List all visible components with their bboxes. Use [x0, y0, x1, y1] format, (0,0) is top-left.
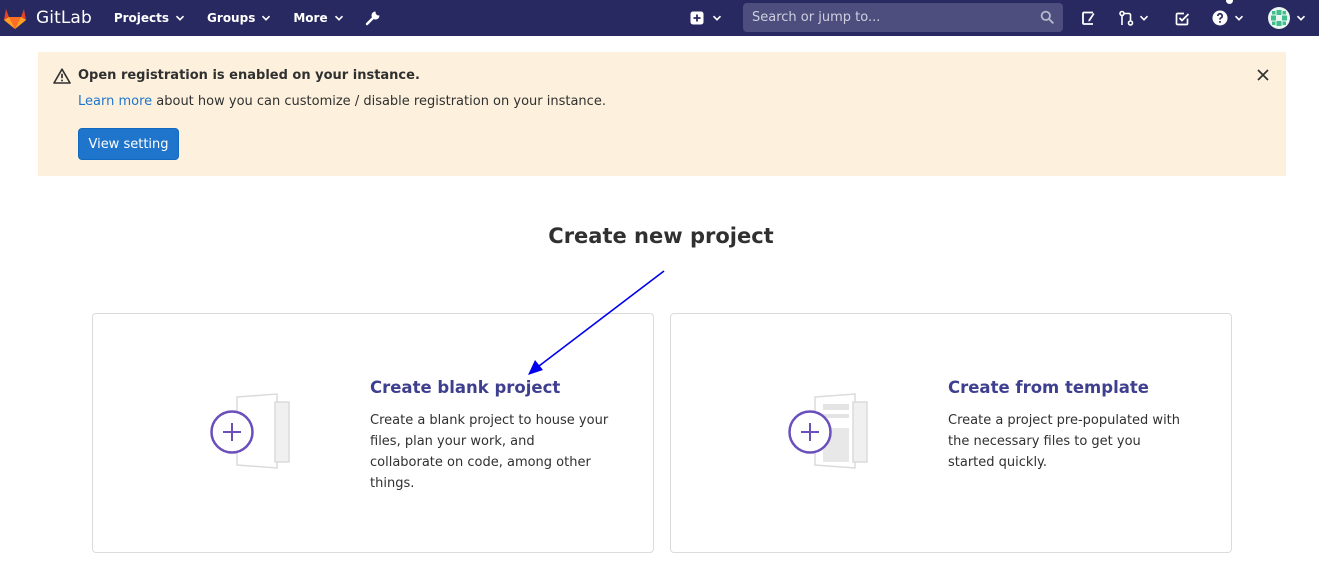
view-setting-button[interactable]: View setting — [78, 128, 179, 160]
avatar — [1268, 7, 1290, 29]
page-title: Create new project — [548, 224, 774, 248]
warning-icon — [53, 68, 71, 84]
search-icon — [1040, 10, 1054, 24]
brand-name: GitLab — [36, 8, 92, 28]
create-blank-project-card[interactable]: Create blank project Create a blank proj… — [92, 313, 654, 553]
help-dropdown[interactable] — [1212, 0, 1248, 36]
issues-button[interactable] — [1081, 0, 1105, 36]
notification-dot — [1226, 0, 1233, 4]
top-navbar: GitLab Projects Groups More — [0, 0, 1319, 36]
chevron-down-icon — [1234, 15, 1244, 21]
registration-alert: Open registration is enabled on your ins… — [38, 52, 1286, 176]
create-from-template-card[interactable]: Create from template Create a project pr… — [670, 313, 1232, 553]
user-menu-dropdown[interactable] — [1268, 0, 1312, 36]
search-input[interactable] — [743, 10, 1023, 25]
card-title: Create blank project — [370, 378, 561, 397]
merge-request-icon — [1119, 10, 1134, 26]
chevron-down-icon — [262, 15, 271, 21]
gitlab-home-link[interactable]: GitLab — [0, 0, 92, 36]
issues-icon — [1082, 11, 1095, 25]
chevron-down-icon — [175, 15, 185, 21]
nav-more-label: More — [293, 11, 328, 25]
nav-groups-label: Groups — [207, 11, 256, 25]
plus-square-icon — [690, 11, 704, 25]
template-project-illustration — [788, 393, 868, 469]
gitlab-logo-icon — [4, 9, 26, 29]
search-box[interactable] — [743, 3, 1063, 32]
wrench-icon[interactable] — [364, 9, 382, 27]
main-nav-menu: Projects Groups More — [114, 0, 382, 36]
chevron-down-icon — [334, 15, 343, 21]
nav-projects-dropdown[interactable]: Projects — [114, 0, 185, 36]
learn-more-link[interactable]: Learn more — [78, 94, 152, 109]
card-title: Create from template — [948, 378, 1149, 397]
chevron-down-icon — [1139, 15, 1149, 21]
card-description: Create a project pre-populated with the … — [948, 413, 1181, 470]
help-icon — [1212, 10, 1228, 26]
navbar-right — [686, 0, 1319, 36]
alert-title: Open registration is enabled on your ins… — [78, 68, 420, 83]
todo-icon — [1175, 12, 1190, 25]
merge-requests-dropdown[interactable] — [1118, 0, 1154, 36]
nav-projects-label: Projects — [113, 11, 170, 25]
chevron-down-icon — [712, 15, 722, 21]
alert-body: Learn more about how you can customize /… — [78, 94, 606, 109]
alert-body-text: about how you can customize / disable re… — [152, 94, 606, 109]
chevron-down-icon — [1296, 15, 1306, 21]
new-dropdown[interactable] — [690, 0, 724, 36]
nav-more-dropdown[interactable]: More — [293, 0, 343, 36]
blank-project-illustration — [210, 393, 290, 469]
close-icon[interactable] — [1256, 68, 1270, 82]
card-description: Create a blank project to house your fil… — [370, 413, 609, 491]
nav-groups-dropdown[interactable]: Groups — [207, 0, 271, 36]
todos-button[interactable] — [1175, 0, 1199, 36]
